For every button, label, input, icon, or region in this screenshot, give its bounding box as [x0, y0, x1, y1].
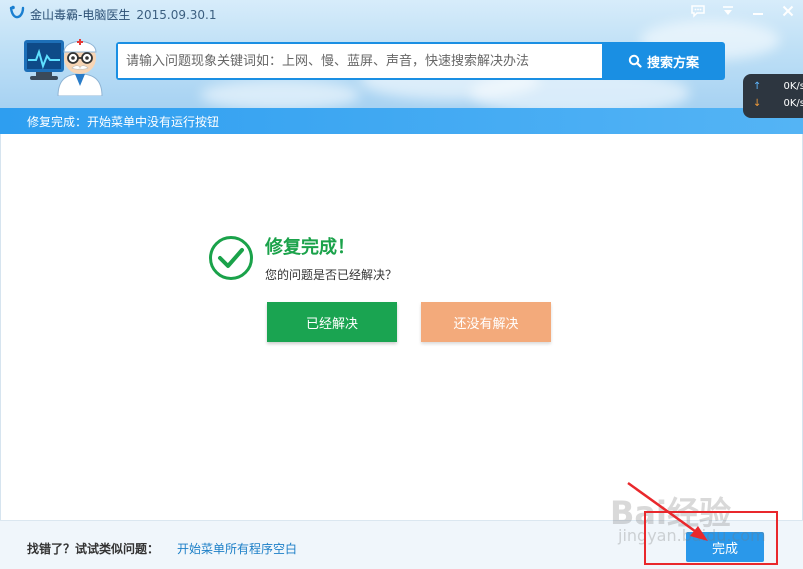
app-title: 金山毒霸-电脑医生	[30, 8, 131, 22]
similar-problem-link[interactable]: 开始菜单所有程序空白	[177, 540, 297, 557]
kingsoft-logo-icon	[9, 5, 25, 19]
network-speed-widget[interactable]: ↑ 0K/s ↓ 0K/s	[743, 74, 803, 118]
close-icon	[782, 5, 794, 17]
menu-icon	[723, 6, 733, 15]
upload-arrow-icon: ↑	[753, 81, 762, 92]
main-content: 修复完成！ 您的问题是否已经解决？ 已经解决 还没有解决	[0, 134, 803, 520]
solved-button[interactable]: 已经解决	[267, 302, 397, 342]
done-button[interactable]: 完成	[686, 532, 764, 562]
check-circle-icon	[209, 236, 253, 280]
minimize-icon	[753, 13, 763, 15]
search-bar: 搜索方案	[116, 42, 725, 80]
search-button-label: 搜索方案	[646, 55, 699, 71]
cloud-decoration	[200, 80, 360, 108]
chat-button[interactable]	[683, 0, 713, 22]
download-speed: ↓ 0K/s	[753, 98, 803, 109]
header: 金山毒霸-电脑医生 2015.09.30.1 请输入问题现象关键词如：上网、慢、…	[0, 0, 803, 108]
chat-icon	[691, 5, 705, 18]
app-version: 2015.09.30.1	[136, 8, 217, 22]
status-text: 修复完成：开始菜单中没有运行按钮	[27, 114, 220, 129]
window-controls	[683, 0, 803, 24]
status-bar: 修复完成：开始菜单中没有运行按钮	[0, 108, 803, 134]
footer: 找错了？试试类似问题： 开始菜单所有程序空白 完成	[0, 520, 803, 569]
search-icon	[628, 54, 642, 68]
upload-speed-value: 0K/s	[783, 81, 803, 92]
window-title: 金山毒霸-电脑医生 2015.09.30.1	[30, 6, 217, 23]
doctor-mascot-icon	[24, 39, 103, 96]
search-input[interactable]	[118, 44, 602, 78]
upload-speed: ↑ 0K/s	[753, 81, 803, 92]
not-solved-button[interactable]: 还没有解决	[421, 302, 551, 342]
result-title: 修复完成！	[265, 237, 355, 258]
minimize-button[interactable]	[743, 0, 773, 22]
close-button[interactable]	[773, 0, 803, 22]
download-speed-value: 0K/s	[783, 98, 803, 109]
download-arrow-icon: ↓	[753, 98, 762, 109]
result-question: 您的问题是否已经解决？	[265, 268, 398, 282]
search-button[interactable]: 搜索方案	[602, 42, 725, 80]
similar-problem-label: 找错了？试试类似问题：	[27, 542, 160, 556]
app-window: 金山毒霸-电脑医生 2015.09.30.1 请输入问题现象关键词如：上网、慢、…	[0, 0, 803, 569]
menu-button[interactable]	[713, 0, 743, 22]
